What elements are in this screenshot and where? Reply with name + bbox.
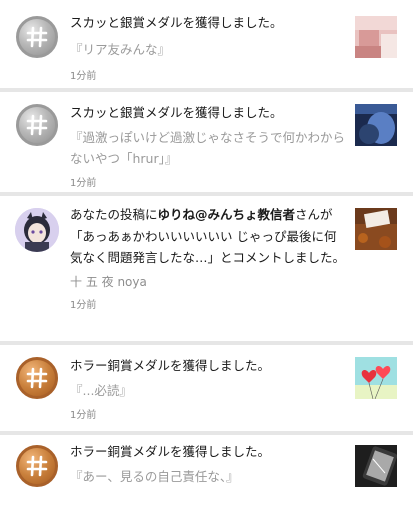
silver-medal-icon (16, 104, 58, 146)
bronze-medal-icon (16, 445, 58, 487)
notification-item[interactable]: あなたの投稿にゆりね@みんちょ教信者さんが「あっあぁかわいいいいいい じゃっぴ最… (0, 196, 413, 341)
notification-item[interactable]: ホラー銅賞メダルを獲得しました。 『あー、見るの自己責任な、』 (0, 435, 413, 512)
timestamp: 1分前 (70, 71, 97, 82)
post-thumbnail[interactable] (355, 357, 397, 399)
post-title: 『あー、見るの自己責任な、』 (70, 469, 239, 484)
notification-title: スカッと銀賞メダルを獲得しました。 (70, 15, 283, 30)
notification-title: ホラー銅賞メダルを獲得しました。 (70, 358, 271, 373)
notification-item[interactable]: スカッと銀賞メダルを獲得しました。 『過激っぽいけど過激じゃなさそうで何かわから… (0, 92, 413, 192)
silver-medal-icon (16, 16, 58, 58)
notification-item[interactable]: スカッと銀賞メダルを獲得しました。 『リア友みんな』 1分前 (0, 0, 413, 88)
timestamp: 1分前 (70, 410, 97, 421)
avatar[interactable] (15, 208, 59, 252)
post-thumbnail[interactable] (355, 208, 397, 250)
post-thumbnail[interactable] (355, 104, 397, 146)
notification-title: あなたの投稿にゆりね@みんちょ教信者さんが「あっあぁかわいいいいいい じゃっぴ最… (70, 207, 346, 265)
post-thumbnail[interactable] (355, 16, 397, 58)
post-title: 『リア友みんな』 (70, 42, 171, 57)
notification-feed: スカッと銀賞メダルを獲得しました。 『リア友みんな』 1分前 スカッと銀賞メダル… (0, 0, 413, 512)
post-title: 『過激っぽいけど過激じゃなさそうで何かわからないやつ「hrur」』 (70, 130, 346, 166)
commenter-name: ゆりね@みんちょ教信者 (157, 207, 296, 222)
bronze-medal-icon (16, 357, 58, 399)
notification-title: スカッと銀賞メダルを獲得しました。 (70, 105, 283, 120)
post-author: 十 五 夜 noya (70, 274, 147, 289)
post-thumbnail[interactable] (355, 445, 397, 487)
timestamp: 1分前 (70, 299, 97, 311)
post-title: 『...必読』 (70, 383, 132, 398)
notification-item[interactable]: ホラー銅賞メダルを獲得しました。 『...必読』 1分前 (0, 345, 413, 431)
notification-title: ホラー銅賞メダルを獲得しました。 (70, 444, 271, 459)
timestamp: 1分前 (70, 178, 97, 189)
